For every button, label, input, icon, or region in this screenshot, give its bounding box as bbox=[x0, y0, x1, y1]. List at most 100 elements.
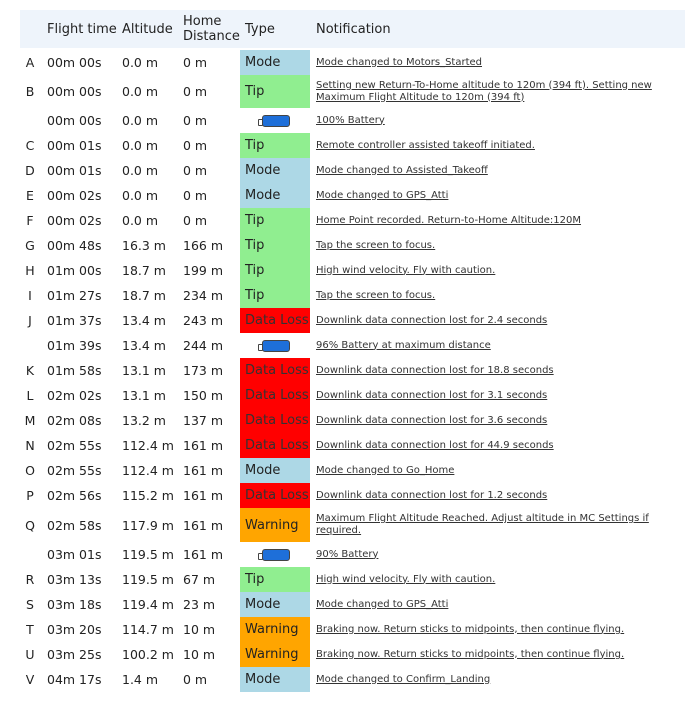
altitude-cell: 112.4 m bbox=[122, 463, 174, 478]
notification-link[interactable]: Mode changed to Go_Home bbox=[316, 458, 681, 483]
notification-link[interactable]: Mode changed to GPS_Atti bbox=[316, 183, 681, 208]
row-letter: F bbox=[26, 213, 34, 228]
notification-link[interactable]: 96% Battery at maximum distance bbox=[316, 333, 681, 358]
table-row: D 00m 01s 0.0 m 0 m Mode Mode changed to Assi… bbox=[20, 158, 685, 183]
row-letter: J bbox=[28, 313, 32, 328]
flight-time-cell: 03m 20s bbox=[47, 622, 102, 637]
notification-link[interactable]: Downlink data connection lost for 2.4 se… bbox=[316, 308, 681, 333]
type-badge: Data Loss bbox=[240, 433, 310, 458]
home-distance-cell: 166 m bbox=[183, 238, 224, 253]
notification-link[interactable]: 100% Battery bbox=[316, 108, 681, 133]
type-badge: Warning bbox=[240, 617, 310, 642]
type-badge: Warning bbox=[240, 508, 310, 542]
row-letter: C bbox=[25, 138, 35, 153]
flight-time-cell: 00m 00s bbox=[47, 55, 102, 70]
notification-link[interactable]: 90% Battery bbox=[316, 542, 681, 567]
type-badge: Tip bbox=[240, 75, 310, 108]
row-letter: G bbox=[25, 238, 35, 253]
flight-time-cell: 01m 27s bbox=[47, 288, 102, 303]
notification-link[interactable]: Downlink data connection lost for 18.8 s… bbox=[316, 358, 681, 383]
home-distance-cell: 10 m bbox=[183, 622, 216, 637]
home-distance-cell: 173 m bbox=[183, 363, 224, 378]
notification-link[interactable]: Setting new Return-To-Home altitude to 1… bbox=[316, 75, 681, 108]
notification-link[interactable]: Downlink data connection lost for 44.9 s… bbox=[316, 433, 681, 458]
table-row: A 00m 00s 0.0 m 0 m Mode Mode changed to Moto… bbox=[20, 50, 685, 75]
type-badge: Tip bbox=[240, 567, 310, 592]
row-letter: P bbox=[26, 488, 34, 503]
table-row: T 03m 20s 114.7 m 10 m Warning Braking now. R… bbox=[20, 617, 685, 642]
notification-link[interactable]: Maximum Flight Altitude Reached. Adjust … bbox=[316, 508, 681, 542]
flight-log-table: Flight time Altitude Home Distance Type … bbox=[0, 0, 696, 703]
altitude-cell: 117.9 m bbox=[122, 517, 174, 533]
header-flight-time: Flight time bbox=[47, 22, 117, 37]
notification-link[interactable]: Tap the screen to focus. bbox=[316, 233, 681, 258]
table-row: U 03m 25s 100.2 m 10 m Warning Braking now. R… bbox=[20, 642, 685, 667]
notification-link[interactable]: Downlink data connection lost for 3.6 se… bbox=[316, 408, 681, 433]
flight-time-cell: 02m 56s bbox=[47, 488, 102, 503]
flight-time-cell: 00m 01s bbox=[47, 163, 102, 178]
row-letter: L bbox=[26, 388, 34, 403]
battery-icon bbox=[258, 339, 290, 352]
notification-link[interactable]: Braking now. Return sticks to midpoints,… bbox=[316, 642, 681, 667]
header-altitude: Altitude bbox=[122, 22, 173, 37]
altitude-cell: 18.7 m bbox=[122, 288, 166, 303]
table-header: Flight time Altitude Home Distance Type … bbox=[20, 10, 685, 48]
notification-link[interactable]: Mode changed to Assisted_Takeoff bbox=[316, 158, 681, 183]
notification-link[interactable]: Downlink data connection lost for 1.2 se… bbox=[316, 483, 681, 508]
home-distance-cell: 10 m bbox=[183, 647, 216, 662]
row-letter: Q bbox=[25, 517, 35, 533]
notification-link[interactable]: Mode changed to Confirm_Landing bbox=[316, 667, 681, 692]
flight-time-cell: 03m 13s bbox=[47, 572, 102, 587]
notification-link[interactable]: Mode changed to Motors_Started bbox=[316, 50, 681, 75]
altitude-cell: 13.4 m bbox=[122, 313, 166, 328]
home-distance-cell: 161 m bbox=[183, 488, 224, 503]
notification-link[interactable]: Mode changed to GPS_Atti bbox=[316, 592, 681, 617]
home-distance-cell: 67 m bbox=[183, 572, 216, 587]
flight-time-cell: 01m 58s bbox=[47, 363, 102, 378]
type-badge: Tip bbox=[240, 208, 310, 233]
type-badge: Data Loss bbox=[240, 483, 310, 508]
flight-time-cell: 04m 17s bbox=[47, 672, 102, 687]
home-distance-cell: 137 m bbox=[183, 413, 224, 428]
home-distance-cell: 0 m bbox=[183, 138, 208, 153]
altitude-cell: 13.4 m bbox=[122, 338, 166, 353]
notification-link[interactable]: Remote controller assisted takeoff initi… bbox=[316, 133, 681, 158]
flight-time-cell: 02m 58s bbox=[47, 517, 102, 533]
home-distance-cell: 243 m bbox=[183, 313, 224, 328]
row-letter: M bbox=[24, 413, 36, 428]
table-row: L 02m 02s 13.1 m 150 m Data Loss Downlink dat… bbox=[20, 383, 685, 408]
altitude-cell: 0.0 m bbox=[122, 188, 159, 203]
row-letter bbox=[20, 333, 40, 358]
home-distance-cell: 234 m bbox=[183, 288, 224, 303]
notification-link[interactable]: Tap the screen to focus. bbox=[316, 283, 681, 308]
table-row: G 00m 48s 16.3 m 166 m Tip Tap the screen to … bbox=[20, 233, 685, 258]
table-row: 01m 39s 13.4 m 244 m 96% Battery at maximum… bbox=[20, 333, 685, 358]
notification-link[interactable]: High wind velocity. Fly with caution. bbox=[316, 258, 681, 283]
home-distance-cell: 0 m bbox=[183, 188, 208, 203]
flight-time-cell: 03m 25s bbox=[47, 647, 102, 662]
home-distance-cell: 23 m bbox=[183, 597, 216, 612]
notification-link[interactable]: Braking now. Return sticks to midpoints,… bbox=[316, 617, 681, 642]
table-row: P 02m 56s 115.2 m 161 m Data Loss Downlink da… bbox=[20, 483, 685, 508]
altitude-cell: 0.0 m bbox=[122, 55, 159, 70]
battery-icon bbox=[258, 548, 290, 561]
flight-time-cell: 01m 39s bbox=[47, 338, 102, 353]
flight-time-cell: 03m 18s bbox=[47, 597, 102, 612]
flight-time-cell: 03m 01s bbox=[47, 547, 102, 562]
home-distance-cell: 150 m bbox=[183, 388, 224, 403]
altitude-cell: 114.7 m bbox=[122, 622, 174, 637]
row-letter: I bbox=[28, 288, 32, 303]
notification-link[interactable]: Home Point recorded. Return-to-Home Alti… bbox=[316, 208, 681, 233]
table-row: Q 02m 58s 117.9 m 161 m Warning Maximum Fligh… bbox=[20, 508, 685, 542]
row-letter: E bbox=[26, 188, 34, 203]
header-distance: Distance bbox=[183, 29, 240, 44]
notification-link[interactable]: Downlink data connection lost for 3.1 se… bbox=[316, 383, 681, 408]
row-letter: T bbox=[26, 622, 34, 637]
altitude-cell: 0.0 m bbox=[122, 163, 159, 178]
table-row: F 00m 02s 0.0 m 0 m Tip Home Point recorded. … bbox=[20, 208, 685, 233]
type-badge: Tip bbox=[240, 133, 310, 158]
row-letter: O bbox=[25, 463, 35, 478]
flight-time-cell: 00m 02s bbox=[47, 188, 102, 203]
altitude-cell: 119.5 m bbox=[122, 572, 174, 587]
notification-link[interactable]: High wind velocity. Fly with caution. bbox=[316, 567, 681, 592]
